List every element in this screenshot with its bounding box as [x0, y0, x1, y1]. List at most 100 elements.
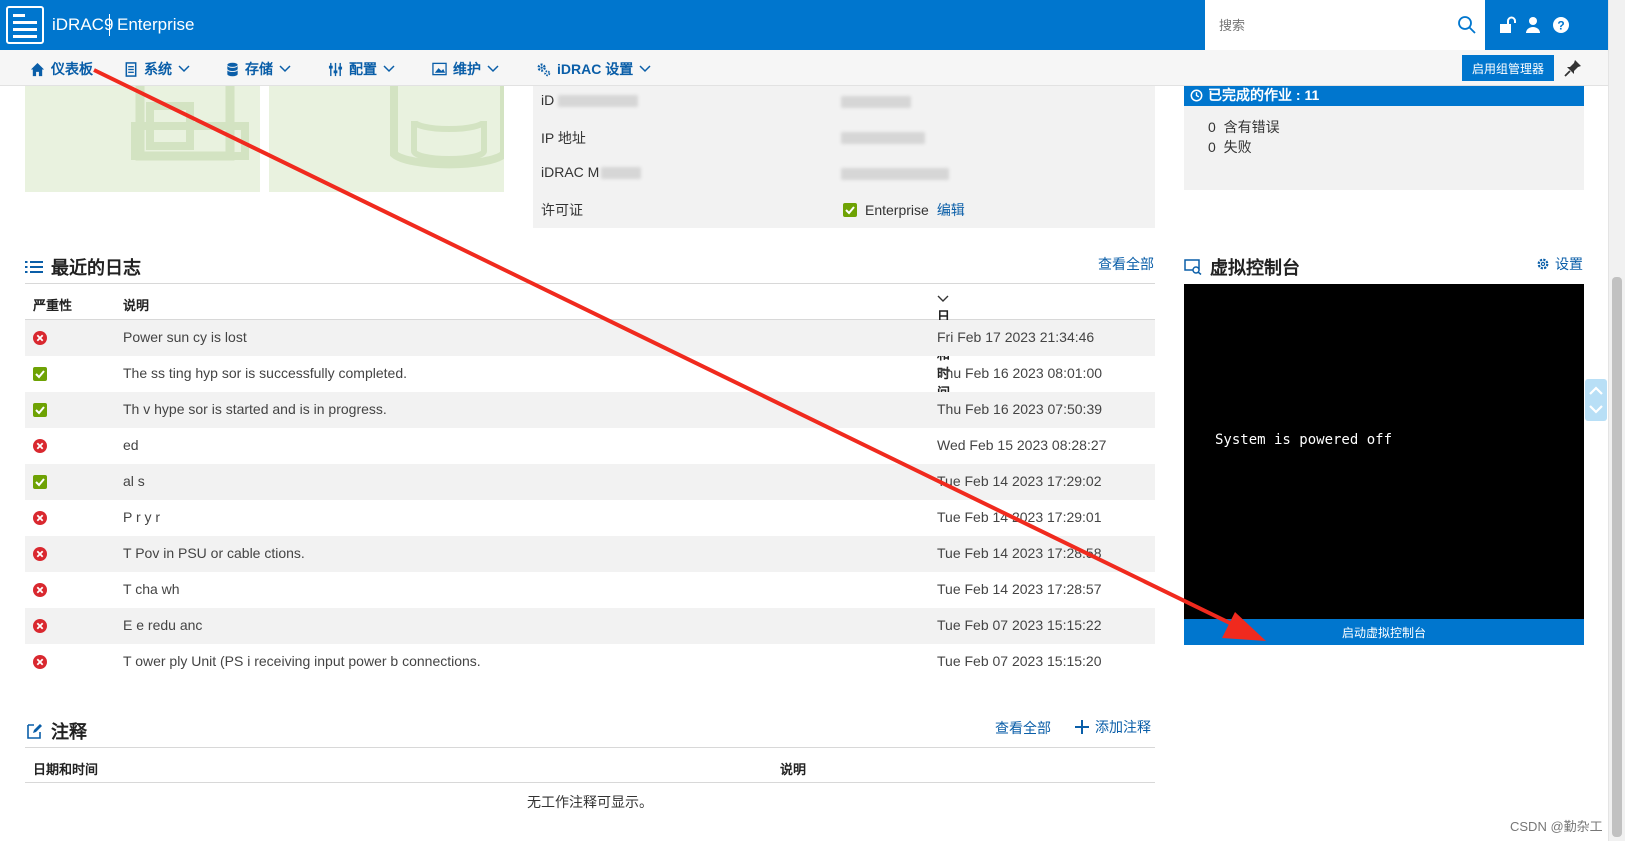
- log-description: al s: [123, 473, 145, 489]
- page-scrollbar[interactable]: [1608, 0, 1625, 841]
- search-box: [1205, 0, 1485, 50]
- chevron-down-icon: [937, 295, 949, 302]
- col-severity[interactable]: 严重性: [33, 295, 72, 314]
- scrollbar-thumb[interactable]: [1612, 277, 1622, 837]
- log-row[interactable]: The ss ting hyp sor is successfully comp…: [25, 356, 1155, 392]
- license-value: Enterprise: [865, 202, 929, 218]
- chevron-down-icon: [383, 65, 395, 73]
- title-divider: [109, 14, 110, 36]
- log-datetime: Wed Feb 15 2023 08:28:27: [937, 437, 1107, 453]
- jobs-errors-label: 含有错误: [1223, 119, 1280, 135]
- nav-idrac-settings[interactable]: iDRAC 设置: [536, 60, 651, 78]
- ip-address-label: IP 地址: [541, 130, 586, 146]
- info-row-ip: IP 地址: [541, 128, 925, 148]
- chevron-down-icon: [639, 65, 651, 73]
- nav-storage[interactable]: 存储: [226, 60, 291, 78]
- unlock-icon[interactable]: [1497, 15, 1517, 35]
- jobs-errors-count: 0: [1208, 119, 1216, 135]
- log-datetime: Tue Feb 07 2023 15:15:22: [937, 617, 1102, 633]
- nav-dashboard[interactable]: 仪表板: [30, 60, 93, 78]
- log-description: E e redu anc: [123, 617, 203, 633]
- scroll-up-down-buttons[interactable]: [1585, 379, 1607, 421]
- nav-system[interactable]: 系统: [124, 60, 190, 78]
- critical-error-icon: [33, 439, 47, 453]
- notes-col-description[interactable]: 说明: [780, 759, 806, 778]
- jobs-title: 已完成的作业 : 11: [1208, 87, 1320, 103]
- app-name: iDRAC9: [52, 15, 114, 34]
- log-row[interactable]: P r y r Tue Feb 14 2023 17:29:01: [25, 500, 1155, 536]
- critical-error-icon: [33, 655, 47, 669]
- server-icon: [125, 61, 137, 77]
- launch-virtual-console-button[interactable]: 启动虚拟控制台: [1184, 619, 1584, 645]
- console-settings-link[interactable]: 设置: [1536, 254, 1583, 274]
- col-datetime-sort[interactable]: 日期和时间: [937, 295, 950, 400]
- image-icon: [432, 62, 447, 76]
- info-row-name: iD: [541, 92, 911, 108]
- notes-col-datetime[interactable]: 日期和时间: [33, 759, 98, 778]
- nav-configuration-label: 配置: [349, 61, 377, 77]
- log-row[interactable]: T Pov in PSU or cable ctions. Tue Feb 14 …: [25, 536, 1155, 572]
- log-description: T ower ply Unit (PS i receiving input po…: [123, 653, 481, 669]
- col-description[interactable]: 说明: [123, 295, 149, 314]
- system-image-icon: [131, 86, 249, 161]
- search-icon[interactable]: [1457, 15, 1477, 35]
- logs-view-all-link[interactable]: 查看全部: [1098, 254, 1154, 274]
- nav-maintenance[interactable]: 维护: [432, 60, 499, 78]
- ok-check-icon: [33, 475, 47, 489]
- enable-group-manager-button[interactable]: 启用组管理器: [1462, 55, 1554, 81]
- log-row[interactable]: Power sun cy is lost Fri Feb 17 2023 21:3…: [25, 320, 1155, 356]
- top-bar: iDRAC9 Enterprise ?: [0, 0, 1608, 50]
- virtual-console-preview[interactable]: System is powered off: [1184, 284, 1584, 619]
- nav-system-label: 系统: [144, 61, 172, 77]
- info-row-license: 许可证 Enterprise 编辑: [541, 200, 1151, 220]
- log-row[interactable]: ed Wed Feb 15 2023 08:28:27: [25, 428, 1155, 464]
- jobs-header[interactable]: 已完成的作业 : 11: [1184, 86, 1584, 106]
- license-edit-link[interactable]: 编辑: [937, 200, 965, 220]
- log-datetime: Tue Feb 14 2023 17:28:57: [937, 581, 1102, 597]
- log-datetime: Fri Feb 17 2023 21:34:46: [937, 329, 1095, 345]
- user-icon[interactable]: [1523, 15, 1543, 35]
- add-note-button[interactable]: 添加注释: [1075, 717, 1151, 737]
- pin-icon[interactable]: [1563, 58, 1583, 78]
- jobs-failed-count: 0: [1208, 139, 1216, 155]
- chevron-down-icon: [279, 65, 291, 73]
- log-description: ed: [123, 437, 139, 453]
- nav-configuration[interactable]: 配置: [328, 60, 395, 78]
- help-icon[interactable]: ?: [1551, 15, 1571, 35]
- log-datetime: Tue Feb 14 2023 17:29:02: [937, 473, 1102, 489]
- console-settings-label: 设置: [1555, 256, 1583, 272]
- log-row[interactable]: Th v hype sor is started and is in progr…: [25, 392, 1155, 428]
- list-icon: [25, 261, 43, 273]
- jobs-failed-label: 失败: [1223, 139, 1252, 155]
- main-nav: 仪表板 系统 存储 配置 维护 iDRAC 设置 启用组管理器: [0, 50, 1608, 86]
- notes-heading: 注释: [25, 718, 87, 744]
- log-row[interactable]: E e redu anc Tue Feb 07 2023 15:15:22: [25, 608, 1155, 644]
- storage-tile[interactable]: [269, 86, 504, 192]
- log-row[interactable]: al s Tue Feb 14 2023 17:29:02: [25, 464, 1155, 500]
- jobs-errors: 0 含有错误: [1208, 117, 1280, 137]
- log-table-header: 严重性 说明 日期和时间: [25, 283, 1155, 400]
- gear-icon: [1537, 258, 1549, 270]
- checkmark-icon: [843, 203, 857, 217]
- log-description: Power sun cy is lost: [123, 329, 247, 345]
- virtual-console-title: 虚拟控制台: [1210, 258, 1300, 278]
- console-screen-text: System is powered off: [1215, 432, 1393, 448]
- log-row[interactable]: T ower ply Unit (PS i receiving input po…: [25, 644, 1155, 680]
- notes-title: 注释: [51, 722, 87, 742]
- disk-image-icon: [390, 86, 504, 169]
- notes-table: 日期和时间 说明 无工作注释可显示。: [25, 747, 1155, 821]
- notes-table-header: 日期和时间 说明: [25, 747, 1155, 783]
- notes-view-all-link[interactable]: 查看全部: [995, 718, 1051, 738]
- health-tile[interactable]: [25, 86, 260, 192]
- ok-check-icon: [33, 367, 47, 381]
- critical-error-icon: [33, 331, 47, 345]
- log-row[interactable]: T cha wh Tue Feb 14 2023 17:28:57: [25, 572, 1155, 608]
- critical-error-icon: [33, 619, 47, 633]
- idrac-mac-label: iDRAC M: [541, 164, 600, 180]
- log-description: T cha wh: [123, 581, 180, 597]
- chevron-up-down-icon: [1589, 386, 1603, 414]
- database-icon: [226, 62, 239, 76]
- add-note-label: 添加注释: [1095, 719, 1151, 735]
- ok-check-icon: [33, 403, 47, 417]
- search-input[interactable]: [1219, 16, 1439, 34]
